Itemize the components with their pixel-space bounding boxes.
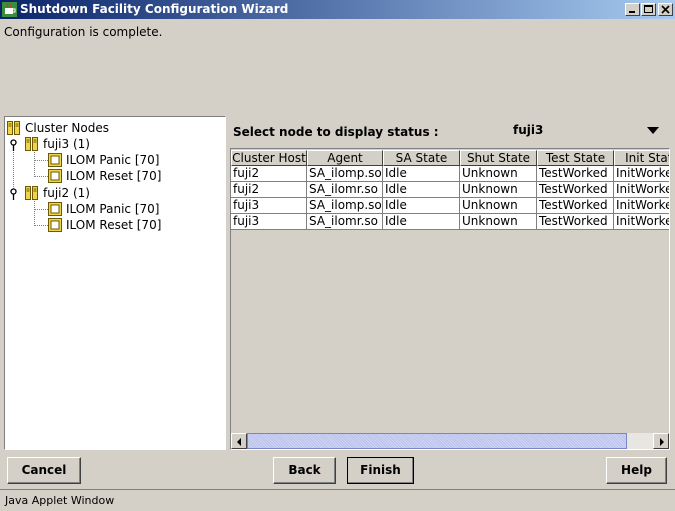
java-cup-icon xyxy=(2,2,17,17)
tree-connector xyxy=(34,225,48,226)
table-cell: SA_ilomr.so xyxy=(307,214,383,230)
table-cell: fuji2 xyxy=(231,166,307,182)
status-message: Configuration is complete. xyxy=(4,25,163,39)
column-header[interactable]: Test State xyxy=(537,150,614,166)
select-node-label: Select node to display status : xyxy=(233,125,439,139)
tree-connector xyxy=(34,199,35,226)
table-cell: Idle xyxy=(383,198,460,214)
maximize-icon xyxy=(644,5,653,13)
table-cell: InitWorked xyxy=(614,166,669,182)
help-button[interactable]: Help xyxy=(606,457,667,484)
scroll-left-button[interactable] xyxy=(231,433,247,449)
applet-status-bar: Java Applet Window xyxy=(0,489,675,511)
applet-status-text: Java Applet Window xyxy=(5,494,115,507)
message-area: Configuration is complete. xyxy=(0,23,675,111)
tree-leaf[interactable]: ILOM Panic [70] xyxy=(48,152,218,168)
table-cell: fuji3 xyxy=(231,198,307,214)
table-cell: Unknown xyxy=(460,198,537,214)
node-icon xyxy=(25,186,38,200)
tree-connector xyxy=(13,147,14,189)
table-cell: InitWorked xyxy=(614,182,669,198)
finish-button[interactable]: Finish xyxy=(347,457,414,484)
table-cell: InitWorked xyxy=(614,198,669,214)
tree-connector xyxy=(34,160,48,161)
node-select-value: fuji3 xyxy=(513,123,544,137)
table-cell: Idle xyxy=(383,182,460,198)
cancel-button[interactable]: Cancel xyxy=(7,457,81,484)
table-cell: InitWorked xyxy=(614,214,669,230)
scroll-thumb[interactable] xyxy=(247,433,627,449)
column-header[interactable]: Shut State xyxy=(460,150,537,166)
back-button[interactable]: Back xyxy=(273,457,336,484)
wizard-window: Shutdown Facility Configuration Wizard C… xyxy=(0,0,675,511)
minimize-icon xyxy=(629,11,635,13)
tree-leaf-label: ILOM Reset [70] xyxy=(66,169,162,183)
tree-leaf-label: ILOM Reset [70] xyxy=(66,218,162,232)
column-header[interactable]: Agent xyxy=(307,150,383,166)
table-cell: Unknown xyxy=(460,166,537,182)
status-table[interactable]: Cluster Host Agent SA State Shut State T… xyxy=(230,148,670,450)
table-cell: TestWorked xyxy=(537,182,614,198)
table-cell: Unknown xyxy=(460,214,537,230)
tree-connector xyxy=(34,150,35,177)
agent-icon xyxy=(48,169,62,183)
table-cell: SA_ilomr.so xyxy=(307,182,383,198)
window-title: Shutdown Facility Configuration Wizard xyxy=(20,2,289,16)
minimize-button[interactable] xyxy=(625,3,640,16)
agent-icon xyxy=(48,202,62,216)
tree-root-label: Cluster Nodes xyxy=(25,121,109,135)
table-cell: SA_ilomp.so xyxy=(307,198,383,214)
table-cell: TestWorked xyxy=(537,198,614,214)
table-cell: SA_ilomp.so xyxy=(307,166,383,182)
table-cell: TestWorked xyxy=(537,214,614,230)
chevron-down-icon[interactable] xyxy=(647,127,659,134)
tree-leaf[interactable]: ILOM Panic [70] xyxy=(48,201,218,217)
tree-root[interactable]: Cluster Nodes xyxy=(7,120,207,136)
tree-connector xyxy=(34,209,48,210)
tree-node-label: fuji2 (1) xyxy=(43,186,90,200)
cluster-tree[interactable]: Cluster Nodes fuji3 (1) ILOM Panic [70] xyxy=(4,116,226,450)
tree-leaf-label: ILOM Panic [70] xyxy=(66,153,160,167)
tree-connector xyxy=(34,176,48,177)
table-cell: fuji2 xyxy=(231,182,307,198)
arrow-right-icon xyxy=(660,438,664,446)
agent-icon xyxy=(48,218,62,232)
close-button[interactable] xyxy=(658,3,673,16)
table-cell: TestWorked xyxy=(537,166,614,182)
tree-node-label: fuji3 (1) xyxy=(43,137,90,151)
tree-node-fuji2[interactable]: fuji2 (1) xyxy=(25,185,205,201)
table-cell: Idle xyxy=(383,214,460,230)
arrow-left-icon xyxy=(237,438,241,446)
close-icon xyxy=(661,5,670,14)
table-cell: Unknown xyxy=(460,182,537,198)
agent-icon xyxy=(48,153,62,167)
tree-node-fuji3[interactable]: fuji3 (1) xyxy=(25,136,205,152)
table-cell: Idle xyxy=(383,166,460,182)
column-header[interactable]: Cluster Host xyxy=(231,150,307,166)
tree-leaf[interactable]: ILOM Reset [70] xyxy=(48,217,218,233)
tree-leaf[interactable]: ILOM Reset [70] xyxy=(48,168,218,184)
node-select[interactable]: fuji3 xyxy=(507,118,667,142)
expand-handle-icon[interactable] xyxy=(9,139,18,151)
horizontal-scrollbar[interactable] xyxy=(231,433,669,449)
title-bar[interactable]: Shutdown Facility Configuration Wizard xyxy=(0,0,675,19)
scroll-right-button[interactable] xyxy=(653,433,669,449)
cluster-icon xyxy=(7,121,20,135)
table-cell: fuji3 xyxy=(231,214,307,230)
expand-handle-icon[interactable] xyxy=(9,188,18,200)
maximize-button[interactable] xyxy=(641,3,656,16)
tree-leaf-label: ILOM Panic [70] xyxy=(66,202,160,216)
node-icon xyxy=(25,137,38,151)
column-header[interactable]: Init State xyxy=(614,150,669,166)
status-panel: Select node to display status : fuji3 Cl… xyxy=(230,116,670,450)
column-header[interactable]: SA State xyxy=(383,150,460,166)
